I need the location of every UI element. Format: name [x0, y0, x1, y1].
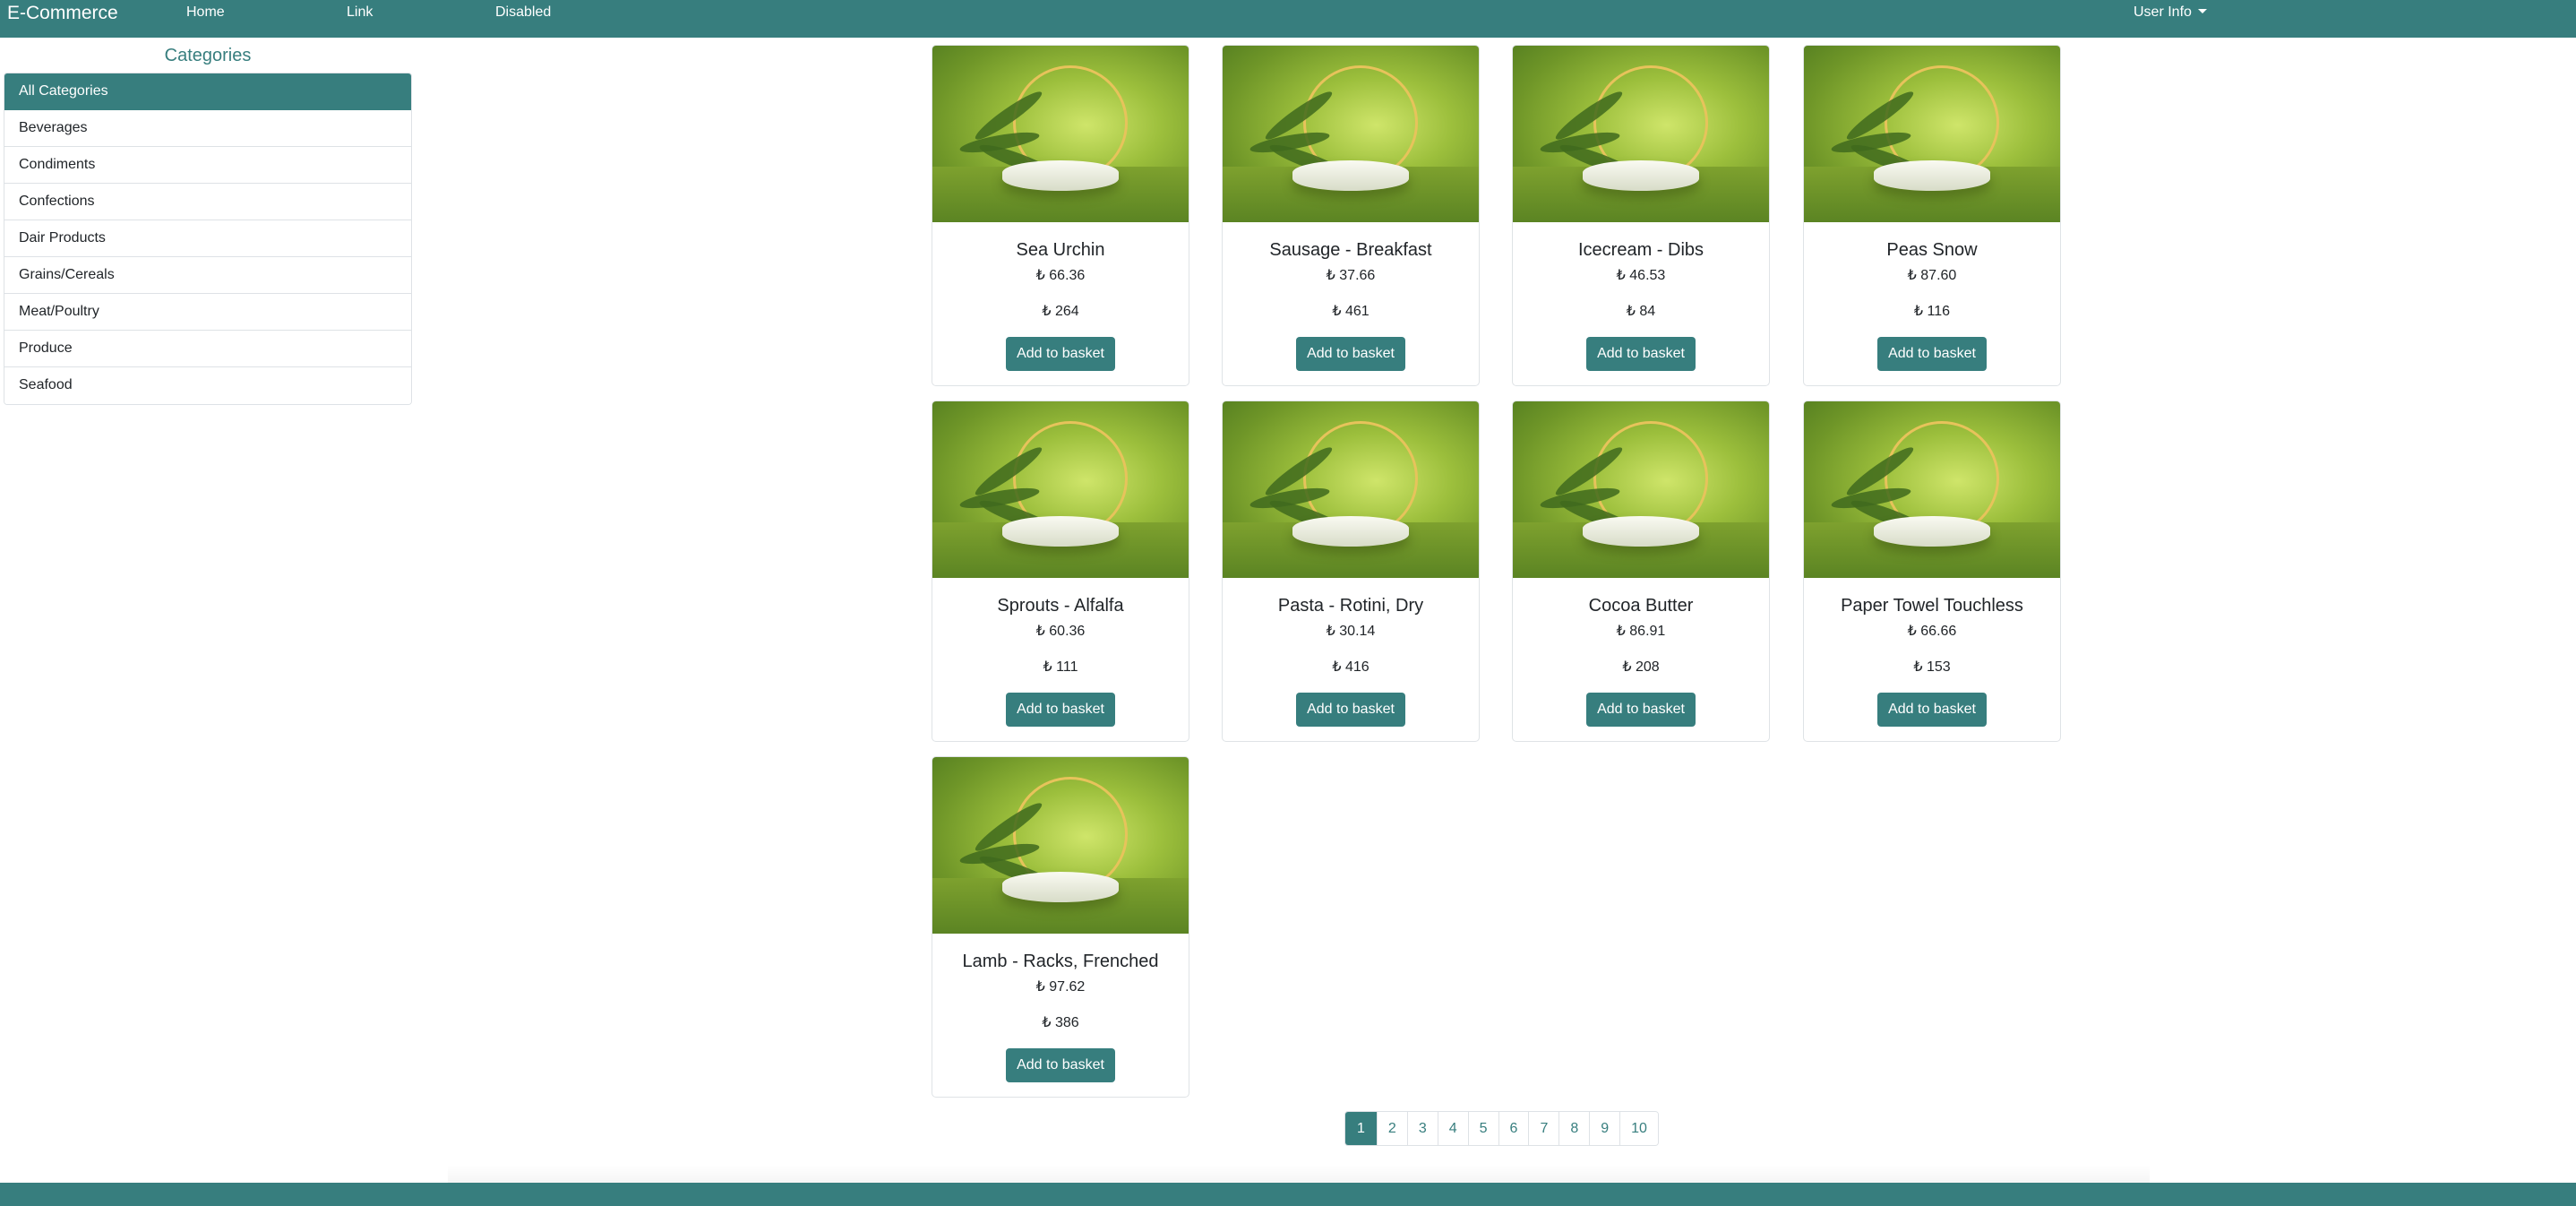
product-stock: ₺ 111 — [1043, 659, 1078, 675]
product-image — [1804, 401, 2060, 578]
product-stock: ₺ 386 — [1042, 1015, 1079, 1030]
product-image — [932, 757, 1189, 934]
product-name: Paper Towel Touchless — [1841, 596, 2023, 616]
category-item-dairy[interactable]: Dair Products — [4, 220, 411, 257]
page-5-link[interactable]: 5 — [1468, 1112, 1499, 1145]
page-7-link[interactable]: 7 — [1529, 1112, 1560, 1145]
product-stock: ₺ 116 — [1913, 304, 1951, 319]
page-10-link[interactable]: 10 — [1620, 1112, 1658, 1145]
product-card: Pasta - Rotini, Dry ₺ 30.14 ₺ 416 Add to… — [1222, 401, 1480, 742]
page-3-link[interactable]: 3 — [1407, 1112, 1438, 1145]
add-to-basket-button[interactable]: Add to basket — [1877, 337, 1987, 371]
pagination: 1 2 3 4 5 6 7 8 9 10 — [1344, 1111, 1659, 1146]
product-card: Paper Towel Touchless ₺ 66.66 ₺ 153 Add … — [1803, 401, 2061, 742]
add-to-basket-button[interactable]: Add to basket — [1006, 337, 1115, 371]
product-name: Cocoa Butter — [1588, 596, 1694, 616]
add-to-basket-button[interactable]: Add to basket — [1586, 693, 1696, 727]
product-name: Sausage - Breakfast — [1269, 240, 1432, 260]
footer-bar — [0, 1183, 2576, 1206]
nav-link[interactable]: Link — [347, 0, 373, 25]
product-card: Sea Urchin ₺ 66.36 ₺ 264 Add to basket — [932, 45, 1189, 386]
category-sidebar: Categories All Categories Beverages Cond… — [4, 43, 412, 405]
category-item-all[interactable]: All Categories — [4, 73, 411, 110]
caret-down-icon — [2197, 9, 2207, 13]
category-item-grains[interactable]: Grains/Cereals — [4, 257, 411, 294]
category-item-beverages[interactable]: Beverages — [4, 110, 411, 147]
category-list: All Categories Beverages Condiments Conf… — [4, 73, 412, 405]
add-to-basket-button[interactable]: Add to basket — [1296, 693, 1405, 727]
page-9-link[interactable]: 9 — [1590, 1112, 1621, 1145]
page-6-link[interactable]: 6 — [1498, 1112, 1530, 1145]
add-to-basket-button[interactable]: Add to basket — [1006, 1048, 1115, 1082]
add-to-basket-button[interactable]: Add to basket — [1877, 693, 1987, 727]
product-image — [932, 46, 1189, 222]
product-price: ₺ 86.91 — [1616, 624, 1666, 639]
user-info-dropdown[interactable]: User Info — [2134, 0, 2207, 25]
product-price: ₺ 87.60 — [1907, 268, 1957, 283]
nav-home-link[interactable]: Home — [186, 0, 225, 25]
top-navbar: E-Commerce Home Link Disabled User Info — [0, 0, 2576, 38]
product-card: Lamb - Racks, Frenched ₺ 97.62 ₺ 386 Add… — [932, 756, 1189, 1098]
footer-shadow — [448, 1165, 2150, 1183]
product-price: ₺ 60.36 — [1035, 624, 1086, 639]
user-info-label: User Info — [2134, 4, 2192, 20]
product-name: Sea Urchin — [1016, 240, 1105, 260]
product-name: Sprouts - Alfalfa — [997, 596, 1124, 616]
product-image — [1223, 46, 1479, 222]
product-card: Icecream - Dibs ₺ 46.53 ₺ 84 Add to bask… — [1512, 45, 1770, 386]
page-2-link[interactable]: 2 — [1377, 1112, 1408, 1145]
category-item-condiments[interactable]: Condiments — [4, 147, 411, 184]
page-1-link[interactable]: 1 — [1345, 1112, 1378, 1145]
product-stock: ₺ 264 — [1042, 304, 1079, 319]
product-image — [1513, 46, 1769, 222]
category-item-confections[interactable]: Confections — [4, 184, 411, 220]
product-card: Peas Snow ₺ 87.60 ₺ 116 Add to basket — [1803, 45, 2061, 386]
product-price: ₺ 37.66 — [1326, 268, 1376, 283]
product-price: ₺ 66.66 — [1907, 624, 1957, 639]
product-image — [1223, 401, 1479, 578]
product-image — [932, 401, 1189, 578]
product-card: Cocoa Butter ₺ 86.91 ₺ 208 Add to basket — [1512, 401, 1770, 742]
add-to-basket-button[interactable]: Add to basket — [1006, 693, 1115, 727]
product-name: Icecream - Dibs — [1577, 240, 1704, 260]
product-stock: ₺ 84 — [1626, 304, 1656, 319]
product-name: Peas Snow — [1886, 240, 1978, 260]
product-image — [1513, 401, 1769, 578]
product-card: Sprouts - Alfalfa ₺ 60.36 ₺ 111 Add to b… — [932, 401, 1189, 742]
product-stock: ₺ 416 — [1332, 659, 1370, 675]
brand-logo[interactable]: E-Commerce — [7, 0, 118, 27]
add-to-basket-button[interactable]: Add to basket — [1586, 337, 1696, 371]
category-item-produce[interactable]: Produce — [4, 331, 411, 367]
product-stock: ₺ 461 — [1332, 304, 1370, 319]
product-name: Lamb - Racks, Frenched — [962, 952, 1159, 971]
product-name: Pasta - Rotini, Dry — [1277, 596, 1424, 616]
add-to-basket-button[interactable]: Add to basket — [1296, 337, 1405, 371]
product-stock: ₺ 208 — [1622, 659, 1660, 675]
product-image — [1804, 46, 2060, 222]
nav-disabled-link: Disabled — [495, 4, 552, 20]
product-price: ₺ 30.14 — [1326, 624, 1376, 639]
sidebar-title: Categories — [164, 46, 252, 65]
product-price: ₺ 46.53 — [1616, 268, 1666, 283]
product-price: ₺ 97.62 — [1035, 979, 1086, 995]
product-stock: ₺ 153 — [1913, 659, 1951, 675]
product-card: Sausage - Breakfast ₺ 37.66 ₺ 461 Add to… — [1222, 45, 1480, 386]
page-8-link[interactable]: 8 — [1559, 1112, 1591, 1145]
category-item-meat[interactable]: Meat/Poultry — [4, 294, 411, 331]
page-4-link[interactable]: 4 — [1438, 1112, 1469, 1145]
category-item-seafood[interactable]: Seafood — [4, 367, 411, 404]
product-price: ₺ 66.36 — [1035, 268, 1086, 283]
